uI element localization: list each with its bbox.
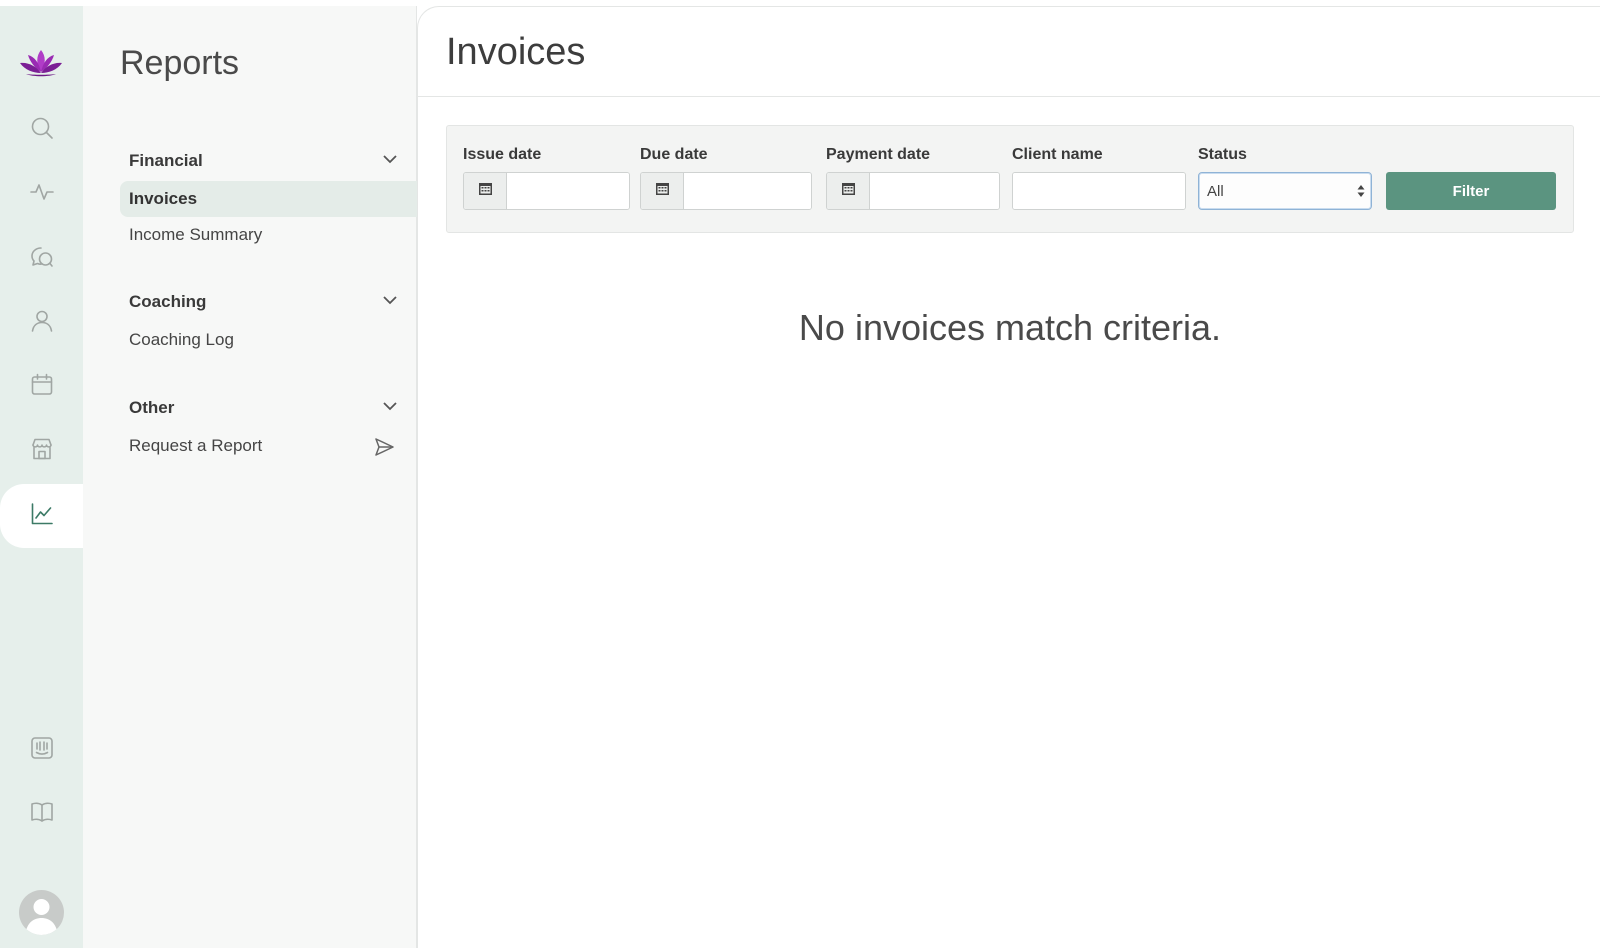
page-header: Invoices xyxy=(418,7,1600,97)
due-date-calendar-button[interactable] xyxy=(641,173,684,209)
page-title: Invoices xyxy=(446,31,586,73)
search-icon xyxy=(29,115,55,146)
send-icon xyxy=(373,436,395,458)
nav-link-invoices[interactable]: Invoices xyxy=(120,181,417,217)
lotus-logo-icon[interactable] xyxy=(18,46,64,80)
nav-link-label: Income Summary xyxy=(129,225,263,244)
due-date-input[interactable] xyxy=(684,173,811,209)
payment-date-field: Payment date xyxy=(826,146,930,166)
section-label: Coaching xyxy=(129,292,207,311)
payment-date-input[interactable] xyxy=(870,173,999,209)
chat-icon xyxy=(29,244,55,275)
status-field: Status xyxy=(1198,146,1247,166)
main-content: Invoices Issue date Due date Payment dat… xyxy=(417,6,1600,948)
rail-calendar[interactable] xyxy=(0,355,83,419)
client-name-input[interactable] xyxy=(1013,173,1185,209)
nav-link-coaching-log[interactable]: Coaching Log xyxy=(120,322,417,358)
client-name-input-wrap xyxy=(1012,172,1186,210)
payment-date-input-group xyxy=(826,172,1000,210)
client-name-field: Client name xyxy=(1012,146,1103,166)
field-label: Payment date xyxy=(826,146,931,163)
rail-messages[interactable] xyxy=(0,227,83,291)
intercom-icon xyxy=(29,735,55,766)
rail-help[interactable] xyxy=(0,782,83,846)
payment-date-calendar-button[interactable] xyxy=(827,173,870,209)
filter-bar: Issue date Due date Payment date Client … xyxy=(446,125,1574,233)
issue-date-calendar-button[interactable] xyxy=(464,173,507,209)
store-icon xyxy=(29,436,55,467)
nav-link-label: Coaching Log xyxy=(129,330,234,349)
section-coaching-toggle[interactable]: Coaching xyxy=(129,289,399,315)
calendar-icon xyxy=(478,181,493,201)
rail-reports[interactable] xyxy=(0,484,83,548)
field-label: Due date xyxy=(640,146,708,163)
issue-date-input[interactable] xyxy=(507,173,629,209)
field-label: Client name xyxy=(1012,146,1103,163)
rail-activity[interactable] xyxy=(0,162,83,226)
section-label: Financial xyxy=(129,151,203,170)
field-label: Issue date xyxy=(463,146,542,163)
due-date-field: Due date xyxy=(640,146,708,166)
nav-link-request-report[interactable]: Request a Report xyxy=(120,428,417,464)
nav-link-label: Request a Report xyxy=(129,436,263,455)
section-label: Other xyxy=(129,398,175,417)
icon-rail xyxy=(0,6,83,948)
rail-chat-support[interactable] xyxy=(0,718,83,782)
chevron-down-icon xyxy=(381,397,399,420)
status-select-value: All xyxy=(1207,182,1224,200)
chevron-down-icon xyxy=(381,291,399,314)
section-other-toggle[interactable]: Other xyxy=(129,395,399,421)
empty-state-message: No invoices match criteria. xyxy=(798,307,1222,348)
book-icon xyxy=(29,799,55,830)
user-icon xyxy=(29,308,55,339)
issue-date-input-group xyxy=(463,172,630,210)
calendar-icon xyxy=(655,181,670,201)
avatar[interactable] xyxy=(19,890,64,935)
reports-nav: Reports Financial Invoices Income Summar… xyxy=(83,6,417,948)
rail-clients[interactable] xyxy=(0,291,83,355)
issue-date-field: Issue date xyxy=(463,146,541,166)
section-financial-toggle[interactable]: Financial xyxy=(129,148,399,174)
nav-link-income-summary[interactable]: Income Summary xyxy=(120,217,417,253)
nav-title: Reports xyxy=(120,44,240,82)
calendar-icon xyxy=(841,181,856,201)
rail-store[interactable] xyxy=(0,419,83,483)
activity-icon xyxy=(29,179,55,210)
filter-button[interactable]: Filter xyxy=(1386,172,1556,210)
nav-link-label: Invoices xyxy=(129,189,198,208)
calendar-icon xyxy=(29,372,55,403)
status-select[interactable]: All xyxy=(1198,172,1372,210)
chart-icon xyxy=(29,501,55,532)
select-arrows-icon xyxy=(1357,184,1365,198)
due-date-input-group xyxy=(640,172,812,210)
field-label: Status xyxy=(1198,146,1247,163)
rail-search[interactable] xyxy=(0,98,83,162)
chevron-down-icon xyxy=(381,150,399,173)
